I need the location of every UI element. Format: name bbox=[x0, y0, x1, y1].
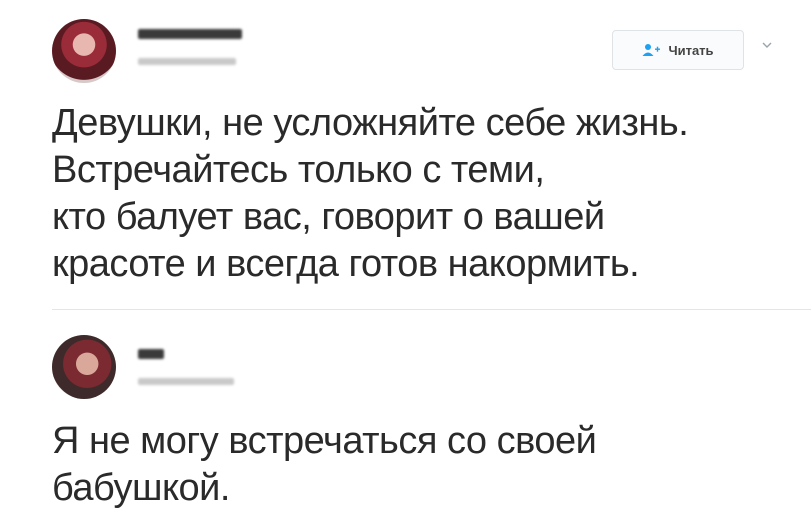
tweet-reply: Я не могу встречаться со своей бабушкой. bbox=[0, 318, 811, 517]
avatar[interactable] bbox=[52, 335, 116, 399]
add-user-icon bbox=[642, 43, 661, 57]
avatar[interactable] bbox=[52, 19, 116, 83]
tweet-text: Девушки, не усложняйте себе жизнь. Встре… bbox=[52, 102, 689, 285]
divider bbox=[52, 309, 811, 310]
tweet-original: Читать Девушки, не усложняйте себе жизнь… bbox=[0, 0, 811, 305]
follow-button-label: Читать bbox=[668, 42, 714, 58]
author-name-blurred[interactable] bbox=[138, 349, 164, 359]
chevron-down-icon[interactable] bbox=[760, 38, 774, 52]
follow-button[interactable]: Читать bbox=[612, 30, 744, 70]
author-handle-blurred bbox=[138, 378, 234, 385]
tweet-text: Я не могу встречаться со своей бабушкой. bbox=[52, 420, 597, 509]
author-handle-blurred bbox=[138, 58, 236, 65]
author-name-blurred[interactable] bbox=[138, 29, 242, 39]
